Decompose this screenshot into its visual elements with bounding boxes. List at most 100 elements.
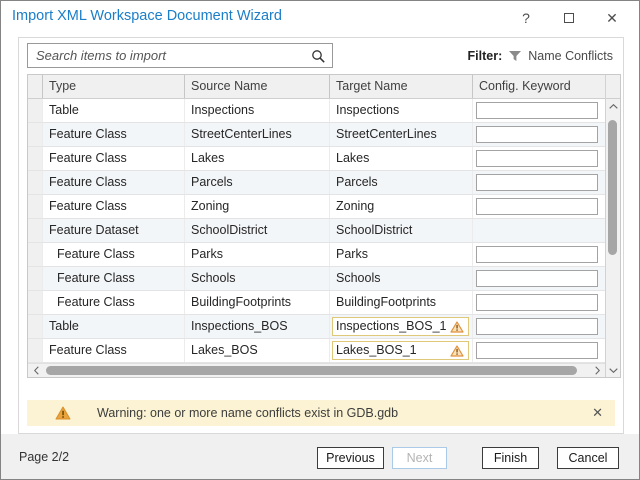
scroll-left-icon[interactable]	[28, 364, 44, 378]
horizontal-scroll-track[interactable]	[44, 364, 589, 378]
config-keyword-input[interactable]	[476, 270, 598, 287]
table-row[interactable]: Feature ClassLakesLakes	[28, 147, 605, 171]
table-row[interactable]: Feature ClassStreetCenterLinesStreetCent…	[28, 123, 605, 147]
target-name-cell: Lakes_BOS_1	[330, 339, 473, 362]
target-name-cell: Lakes	[330, 147, 473, 170]
config-keyword-input[interactable]	[476, 294, 598, 311]
target-name-cell: Inspections	[330, 99, 473, 122]
next-button: Next	[392, 447, 447, 469]
previous-button[interactable]: Previous	[317, 447, 384, 469]
titlebar[interactable]: Import XML Workspace Document Wizard ? ✕	[1, 1, 639, 35]
filter-value[interactable]: Name Conflicts	[528, 49, 613, 63]
type-cell: Feature Dataset	[43, 219, 185, 242]
row-selector[interactable]	[28, 99, 43, 122]
config-keyword-input[interactable]	[476, 246, 598, 263]
horizontal-scrollbar-thumb[interactable]	[46, 366, 577, 375]
config-keyword-input[interactable]	[476, 126, 598, 143]
vertical-scroll-track[interactable]	[606, 113, 620, 363]
config-keyword-cell	[473, 339, 605, 362]
source-name-cell: Inspections_BOS	[185, 315, 330, 338]
cancel-button[interactable]: Cancel	[557, 447, 619, 469]
row-selector[interactable]	[28, 267, 43, 290]
close-icon[interactable]: ✕	[597, 3, 627, 33]
row-selector[interactable]	[28, 171, 43, 194]
row-selector[interactable]	[28, 339, 43, 362]
type-cell: Feature Class	[43, 267, 185, 290]
scroll-up-icon[interactable]	[606, 99, 620, 113]
search-box[interactable]	[27, 43, 333, 68]
config-keyword-cell	[473, 171, 605, 194]
table-row[interactable]: Feature ClassZoningZoning	[28, 195, 605, 219]
config-keyword-cell	[473, 267, 605, 290]
warning-message: Warning: one or more name conflicts exis…	[97, 406, 592, 420]
type-cell: Feature Class	[43, 195, 185, 218]
footer: Page 2/2 Previous Next Finish Cancel	[1, 434, 639, 480]
row-selector[interactable]	[28, 123, 43, 146]
warning-close-icon[interactable]: ✕	[592, 405, 603, 421]
target-name-conflict-field[interactable]: Inspections_BOS_1	[332, 317, 469, 336]
column-header-target-name[interactable]: Target Name	[330, 75, 473, 98]
vertical-scrollbar[interactable]	[605, 75, 620, 377]
horizontal-scrollbar[interactable]	[28, 363, 605, 377]
config-keyword-cell	[473, 243, 605, 266]
row-selector[interactable]	[28, 195, 43, 218]
config-keyword-cell	[473, 123, 605, 146]
table-body: TableInspectionsInspectionsFeature Class…	[28, 99, 605, 363]
conflict-warning-icon	[450, 345, 464, 357]
finish-button[interactable]: Finish	[482, 447, 539, 469]
target-name-cell: Schools	[330, 267, 473, 290]
page-indicator: Page 2/2	[19, 447, 69, 468]
target-name-conflict-field[interactable]: Lakes_BOS_1	[332, 341, 469, 360]
config-keyword-input[interactable]	[476, 174, 598, 191]
filter-funnel-icon[interactable]	[508, 50, 522, 62]
column-header-type[interactable]: Type	[43, 75, 185, 98]
search-input[interactable]	[28, 44, 332, 67]
table-row[interactable]: Feature ClassSchoolsSchools	[28, 267, 605, 291]
config-keyword-input[interactable]	[476, 318, 598, 335]
column-header-source-name[interactable]: Source Name	[185, 75, 330, 98]
table-row[interactable]: TableInspections_BOSInspections_BOS_1	[28, 315, 605, 339]
window-title: Import XML Workspace Document Wizard	[12, 8, 282, 24]
table-row[interactable]: Feature ClassParcelsParcels	[28, 171, 605, 195]
vertical-scrollbar-thumb[interactable]	[608, 120, 617, 255]
type-cell: Feature Class	[43, 291, 185, 314]
row-selector[interactable]	[28, 315, 43, 338]
table-row[interactable]: Feature DatasetSchoolDistrictSchoolDistr…	[28, 219, 605, 243]
type-cell: Feature Class	[43, 339, 185, 362]
scroll-right-icon[interactable]	[589, 364, 605, 378]
conflict-warning-icon	[450, 321, 464, 333]
type-cell: Feature Class	[43, 243, 185, 266]
import-xml-wizard-dialog: Import XML Workspace Document Wizard ? ✕…	[0, 0, 640, 480]
config-keyword-cell	[473, 219, 605, 242]
search-icon	[311, 49, 326, 64]
table-row[interactable]: Feature ClassParksParks	[28, 243, 605, 267]
target-name-cell: Inspections_BOS_1	[330, 315, 473, 338]
type-cell: Table	[43, 99, 185, 122]
config-keyword-input[interactable]	[476, 198, 598, 215]
table-header: Type Source Name Target Name Config. Key…	[28, 75, 605, 99]
config-keyword-input[interactable]	[476, 342, 598, 359]
scroll-down-icon[interactable]	[606, 363, 620, 377]
table-row[interactable]: Feature ClassBuildingFootprintsBuildingF…	[28, 291, 605, 315]
row-selector[interactable]	[28, 219, 43, 242]
target-name-cell: SchoolDistrict	[330, 219, 473, 242]
header-selector-cell	[28, 75, 43, 98]
table-row[interactable]: TableInspectionsInspections	[28, 99, 605, 123]
config-keyword-input[interactable]	[476, 102, 598, 119]
source-name-cell: Schools	[185, 267, 330, 290]
maximize-icon[interactable]	[554, 3, 584, 33]
row-selector[interactable]	[28, 243, 43, 266]
type-cell: Feature Class	[43, 171, 185, 194]
help-icon[interactable]: ?	[511, 3, 541, 33]
warning-icon	[55, 406, 71, 420]
row-selector[interactable]	[28, 291, 43, 314]
items-table: Type Source Name Target Name Config. Key…	[27, 74, 621, 378]
table-row[interactable]: Feature ClassLakes_BOSLakes_BOS_1	[28, 339, 605, 363]
row-selector[interactable]	[28, 147, 43, 170]
target-name-cell: Zoning	[330, 195, 473, 218]
source-name-cell: Parks	[185, 243, 330, 266]
config-keyword-input[interactable]	[476, 150, 598, 167]
scrollbar-corner	[606, 75, 620, 99]
column-header-config-keyword[interactable]: Config. Keyword	[473, 75, 605, 98]
source-name-cell: Zoning	[185, 195, 330, 218]
